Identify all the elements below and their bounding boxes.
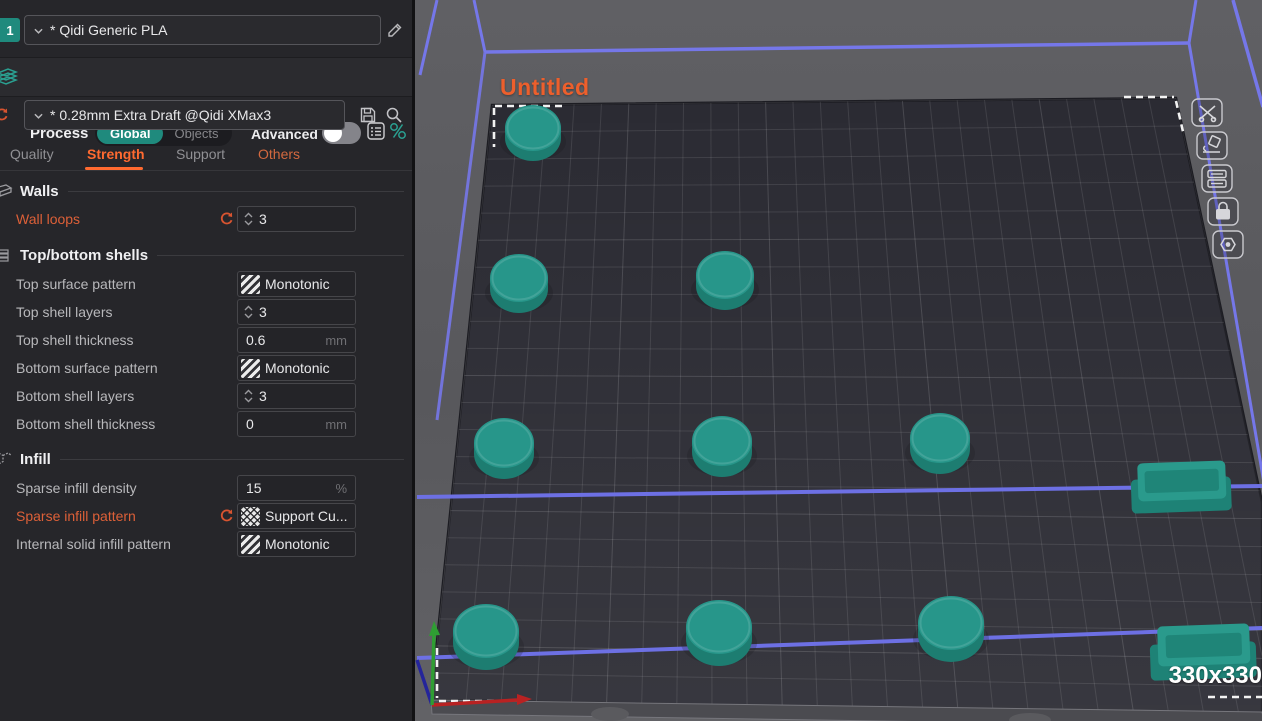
filament-name: * Qidi Generic PLA [50, 22, 168, 38]
param-label: Sparse infill density [16, 475, 137, 502]
compare-presets-icon[interactable] [389, 121, 407, 141]
lock-plate-icon[interactable] [1208, 198, 1238, 225]
viewport-3d[interactable]: Untitled 330x330 [415, 0, 1262, 721]
param-label: Top surface pattern [16, 271, 136, 298]
delete-plate-icon[interactable] [1192, 99, 1222, 126]
search-settings-icon[interactable] [385, 106, 403, 124]
build-plate-scene [415, 0, 1262, 721]
plate-size-label: 330x330 [1163, 662, 1262, 690]
param-label: Top shell layers [16, 299, 113, 326]
settings-sidebar: 1 * Qidi Generic PLA Process Global Obje… [0, 0, 412, 721]
preset-name: * 0.28mm Extra Draft @Qidi XMax3 [50, 107, 271, 123]
tab-support[interactable]: Support [176, 146, 225, 162]
spinner-arrows-icon[interactable] [243, 388, 254, 404]
orient-plate-icon[interactable] [1197, 132, 1227, 159]
chevron-down-icon [34, 113, 43, 119]
param-label: Internal solid infill pattern [16, 531, 171, 558]
section-header-shells: Top/bottom shells [0, 243, 408, 267]
param-label-wall-loops: Wall loops [16, 206, 80, 233]
tab-strength[interactable]: Strength [87, 146, 145, 162]
top-surface-pattern-select[interactable]: Monotonic [237, 271, 356, 297]
param-label: Top shell thickness [16, 327, 134, 354]
tab-quality[interactable]: Quality [10, 146, 54, 162]
plate-notch [591, 707, 629, 721]
param-label-sparse-infill-pattern: Sparse infill pattern [16, 503, 136, 530]
model-box[interactable] [1130, 460, 1232, 513]
section-header-walls: Walls [0, 179, 408, 203]
pattern-support-cubic-icon [241, 507, 260, 526]
shells-icon [0, 247, 13, 263]
plate-shading [431, 98, 1262, 715]
top-shell-layers-stepper[interactable]: 3 [237, 299, 356, 325]
walls-icon [0, 183, 13, 199]
spinner-arrows-icon[interactable] [243, 211, 254, 227]
infill-icon [0, 451, 13, 467]
reset-infill-pattern-icon[interactable] [219, 508, 234, 523]
bottom-shell-layers-stepper[interactable]: 3 [237, 383, 356, 409]
bottom-surface-pattern-select[interactable]: Monotonic [237, 355, 356, 381]
y-axis [432, 634, 434, 705]
reset-preset-icon[interactable] [0, 107, 9, 122]
filament-select[interactable]: * Qidi Generic PLA [24, 15, 381, 45]
pattern-monotonic-icon [241, 535, 260, 554]
pattern-monotonic-icon [241, 275, 260, 294]
param-label: Bottom shell thickness [16, 411, 155, 438]
wall-loops-stepper[interactable]: 3 [237, 206, 356, 232]
process-preset-select[interactable]: * 0.28mm Extra Draft @Qidi XMax3 [24, 100, 345, 130]
sparse-infill-density-input[interactable]: 15 % [237, 475, 356, 501]
sparse-infill-pattern-select[interactable]: Support Cu... [237, 503, 356, 529]
internal-solid-infill-pattern-select[interactable]: Monotonic [237, 531, 356, 557]
tab-others[interactable]: Others [258, 146, 300, 162]
active-tab-underline [85, 167, 143, 170]
plate-name-label[interactable]: Untitled [500, 74, 590, 101]
chevron-down-icon [34, 28, 43, 34]
reset-wall-loops-icon[interactable] [219, 211, 234, 226]
pattern-monotonic-icon [241, 359, 260, 378]
settings-tabs: Quality Strength Support Others [0, 142, 412, 171]
process-bar: Process Global Objects Advanced [0, 57, 412, 97]
save-preset-icon[interactable] [359, 106, 377, 124]
edit-filament-icon[interactable] [386, 21, 404, 39]
spinner-arrows-icon[interactable] [243, 304, 254, 320]
options-list-icon[interactable] [366, 121, 386, 141]
section-header-infill: Infill [0, 447, 408, 471]
z-axis [417, 660, 432, 705]
param-label: Bottom shell layers [16, 383, 134, 410]
process-layers-icon [0, 68, 24, 86]
bottom-shell-thickness-input[interactable]: 0 mm [237, 411, 356, 437]
top-shell-thickness-input[interactable]: 0.6 mm [237, 327, 356, 353]
filament-slot-badge[interactable]: 1 [0, 18, 20, 42]
arrange-plate-icon[interactable] [1202, 165, 1232, 192]
param-label: Bottom surface pattern [16, 355, 158, 382]
plate-settings-icon[interactable] [1213, 231, 1243, 258]
